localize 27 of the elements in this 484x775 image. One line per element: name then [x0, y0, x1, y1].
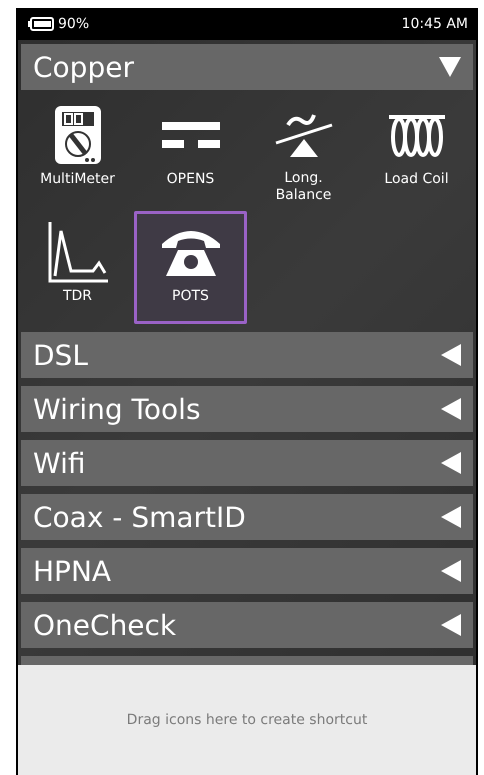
category-header[interactable]: DSL: [21, 332, 473, 378]
expand-arrow-icon[interactable]: [441, 344, 461, 366]
collapse-arrow-icon[interactable]: [439, 57, 461, 77]
category-header[interactable]: Copper: [21, 44, 473, 90]
shortcut-drop-area[interactable]: Drag icons here to create shortcut: [18, 665, 476, 775]
expand-arrow-icon[interactable]: [441, 452, 461, 474]
expand-arrow-icon[interactable]: [441, 614, 461, 636]
category-header[interactable]: Wifi: [21, 440, 473, 486]
category-header[interactable]: OneCheck: [21, 602, 473, 648]
multimeter-icon: [52, 104, 102, 166]
app-tile[interactable]: POTS: [134, 211, 247, 324]
expand-arrow-icon[interactable]: [441, 398, 461, 420]
expand-arrow-icon[interactable]: [441, 506, 461, 528]
app-tile[interactable]: TDR: [21, 211, 134, 324]
broken-line-icon: [160, 120, 222, 150]
app-tile[interactable]: MultiMeter: [21, 94, 134, 207]
category-header[interactable]: Wiring Tools: [21, 386, 473, 432]
app-tile[interactable]: Long. Balance: [247, 94, 360, 207]
clock-time: 10:45 AM: [402, 16, 468, 32]
category-header[interactable]: HPNA: [21, 548, 473, 594]
battery-icon: [28, 17, 54, 31]
app-tile[interactable]: OPENS: [134, 94, 247, 207]
category-header[interactable]: Coax - SmartID: [21, 494, 473, 540]
app-tile[interactable]: Load Coil: [360, 94, 473, 207]
waveform-icon: [46, 221, 108, 283]
expand-arrow-icon[interactable]: [441, 560, 461, 582]
battery-percent: 90%: [58, 16, 90, 32]
